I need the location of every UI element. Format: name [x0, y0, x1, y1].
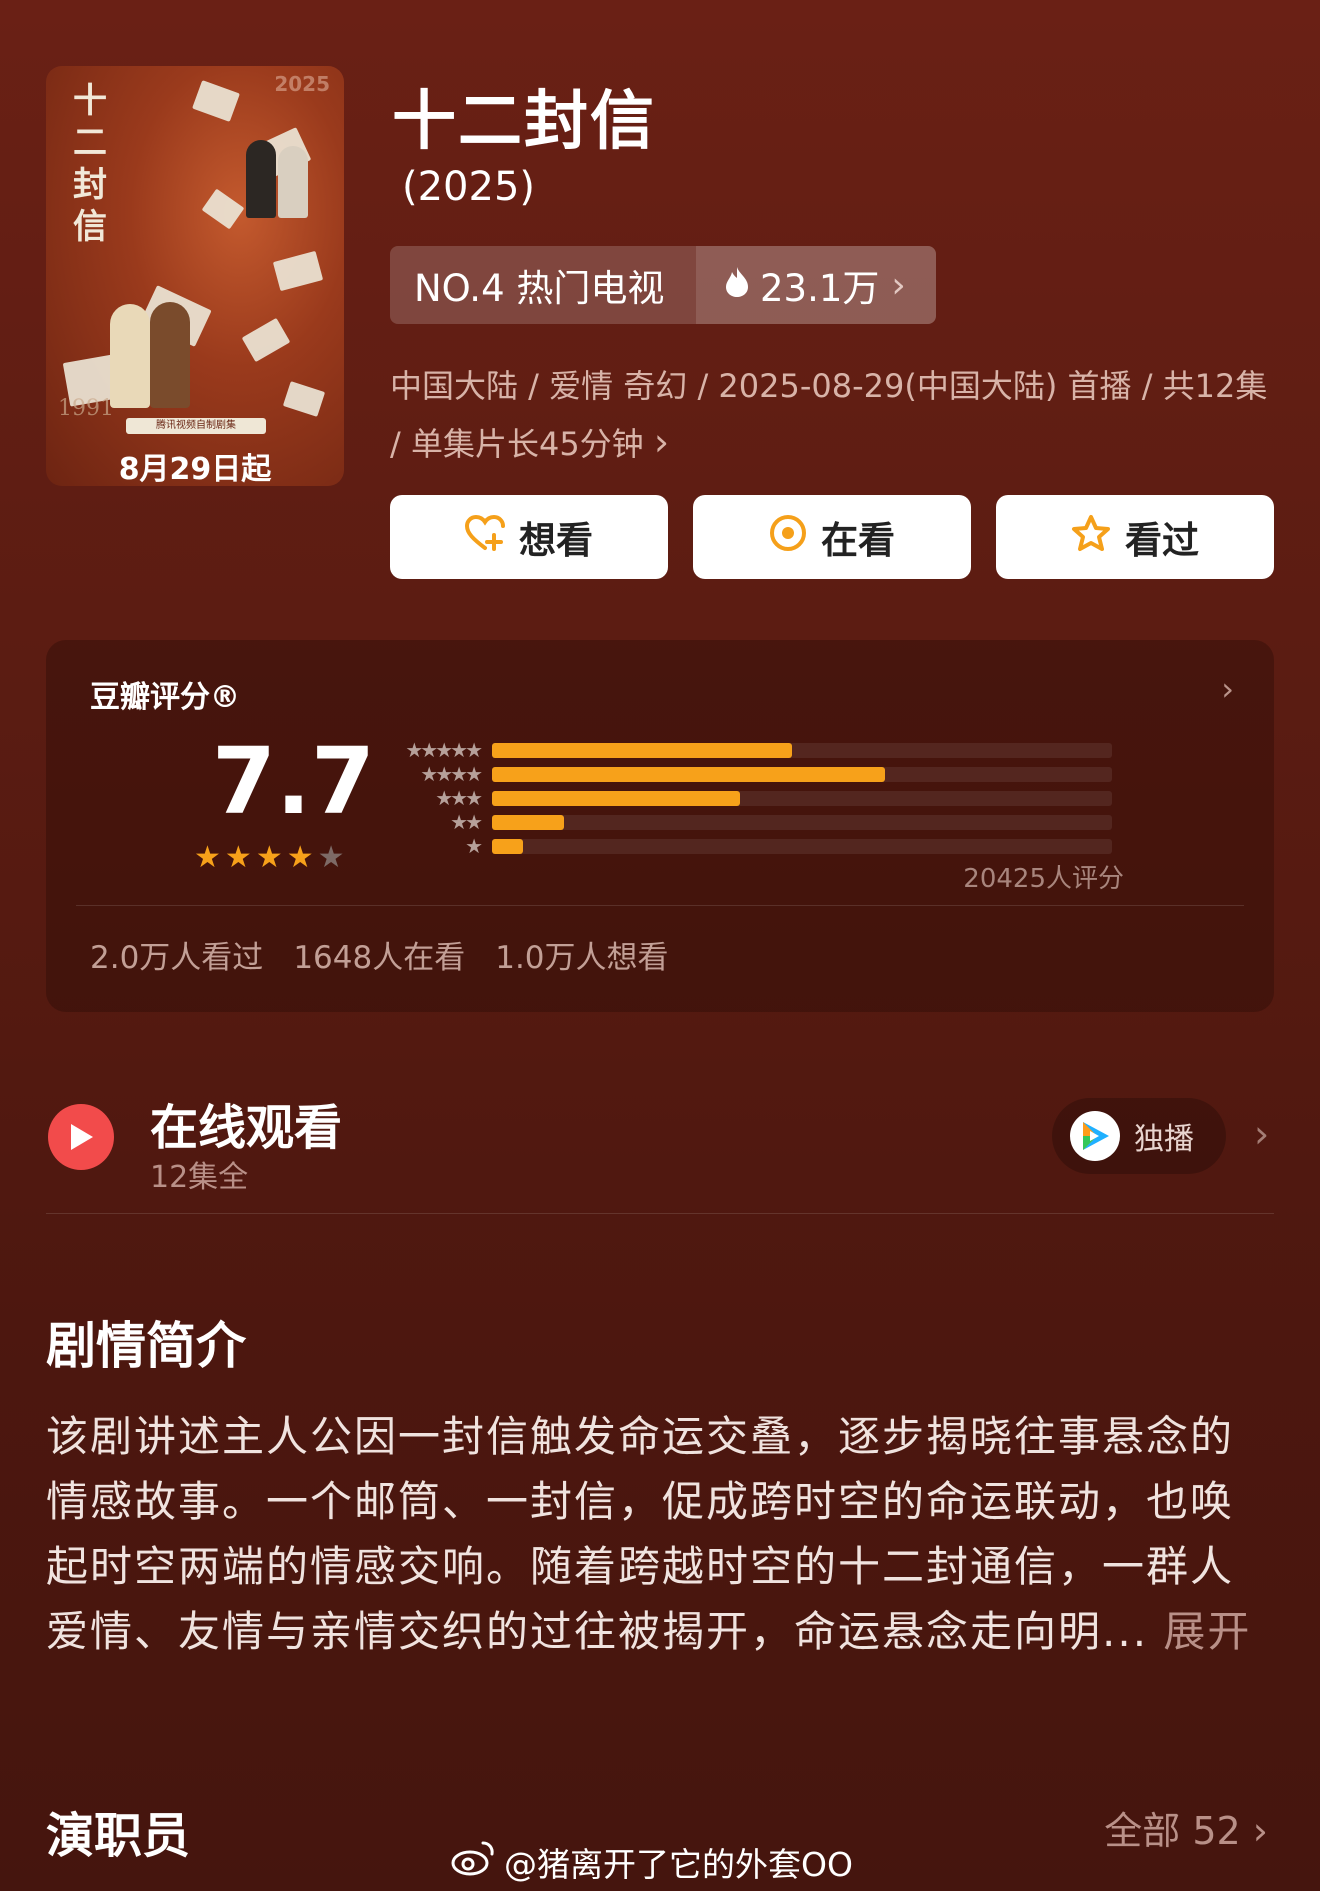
histogram-bar [492, 838, 523, 854]
histogram-bar [492, 766, 885, 782]
poster-paper-decor [272, 250, 324, 292]
stat-watched: 2.0万人看过 [90, 940, 264, 976]
histogram-row: ★ [384, 834, 1112, 858]
star-filled-icon: ★ [224, 840, 252, 875]
show-meta[interactable]: 中国大陆 / 爱情 奇幻 / 2025-08-29(中国大陆) 首播 / 共12… [390, 358, 1270, 472]
histogram-star-level: ★★ [450, 810, 483, 834]
histogram-star-level: ★★★ [435, 786, 483, 810]
flame-icon [724, 264, 750, 307]
cast-all-link[interactable]: 全部 52 › [1104, 1800, 1268, 1855]
star-icon [1071, 514, 1111, 561]
exclusive-platform-badge[interactable]: 独播 [1052, 1098, 1226, 1174]
rank-badge[interactable]: NO.4 热门电视 23.1万 › [390, 246, 936, 324]
tencent-video-icon [1070, 1111, 1120, 1161]
page-title: 十二封信 [392, 85, 656, 159]
meta-text: 中国大陆 / 爱情 奇幻 / 2025-08-29(中国大陆) 首播 / 共12… [390, 367, 1268, 463]
poster-figure [150, 302, 190, 408]
chevron-right-icon[interactable]: › [1254, 1112, 1269, 1156]
histogram-star-level: ★★★★ [420, 762, 483, 786]
histogram-bar [492, 742, 792, 758]
histogram-row: ★★ [384, 810, 1112, 834]
poster-tag: 腾讯视频自制剧集 [126, 418, 266, 434]
histogram-row: ★★★★★ [384, 738, 1112, 762]
stat-want: 1.0万人想看 [495, 940, 669, 976]
histogram-track [492, 814, 1112, 830]
star-filled-icon: ★ [194, 840, 221, 875]
divider [76, 905, 1244, 906]
histogram-star-level: ★ [465, 834, 483, 858]
heart-plus-icon [464, 514, 505, 560]
poster-figure [278, 146, 308, 218]
histogram-track [492, 742, 1112, 758]
rating-score: 7.7 [212, 728, 375, 835]
histogram-track [492, 838, 1112, 854]
play-icon[interactable] [48, 1104, 114, 1170]
synopsis-body: 该剧讲述主人公因一封信触发命运交叠，逐步揭晓往事悬念的情感故事。一个邮筒、一封信… [46, 1412, 1235, 1656]
poster-paper-decor [282, 381, 326, 417]
rating-card[interactable]: 豆瓣评分® › 7.7 ★ ★ ★ ★ ★ ★★★★★ ★★★★ ★★★ ★★ ★ 20425人… [46, 640, 1274, 1012]
watching-label: 在看 [821, 519, 895, 562]
chevron-right-icon: › [891, 264, 906, 306]
watched-button[interactable]: 看过 [996, 495, 1274, 579]
histogram-bar [492, 790, 740, 806]
chevron-right-icon: › [653, 420, 670, 464]
rank-label: NO.4 热门电视 [414, 267, 665, 310]
poster-image[interactable]: 十二封信 2025 1991 腾讯视频自制剧集 8月29日起 [46, 66, 344, 486]
want-button[interactable]: 想看 [390, 495, 668, 579]
star-empty-icon: ★ [317, 840, 345, 875]
watermark-text: @猪离开了它的外套OO [504, 1845, 853, 1884]
stat-watching: 1648人在看 [293, 940, 466, 976]
online-watch-subtitle: 12集全 [150, 1160, 249, 1195]
histogram-track [492, 766, 1112, 782]
watching-button[interactable]: 在看 [693, 495, 971, 579]
heat-section[interactable]: 23.1万 › [696, 246, 936, 324]
histogram-track [492, 790, 1112, 806]
poster-paper-decor [201, 188, 245, 230]
divider [46, 1213, 1274, 1214]
star-filled-icon: ★ [255, 840, 283, 875]
poster-paper-decor [192, 80, 240, 122]
exclusive-label: 独播 [1134, 1122, 1194, 1157]
rating-count: 20425人评分 [963, 864, 1124, 894]
release-year: (2025) [402, 164, 536, 210]
watermark: @猪离开了它的外套OO [450, 1838, 853, 1886]
rating-label: 豆瓣评分® [90, 680, 240, 715]
poster-title: 十二封信 [73, 81, 107, 247]
poster-stamp-year: 2025 [274, 72, 330, 96]
chevron-right-icon: › [1252, 1809, 1268, 1853]
expand-link[interactable]: 展开 [1163, 1607, 1251, 1656]
histogram-row: ★★★★ [384, 762, 1112, 786]
cast-all-label: 全部 52 [1104, 1809, 1241, 1853]
rating-histogram: ★★★★★ ★★★★ ★★★ ★★ ★ [384, 738, 1112, 858]
poster-figure [110, 304, 150, 408]
want-label: 想看 [519, 519, 593, 562]
heat-label: 23.1万 [760, 267, 880, 310]
target-icon [769, 514, 807, 561]
poster-paper-decor [241, 317, 291, 363]
histogram-bar [492, 814, 564, 830]
synopsis-text: 该剧讲述主人公因一封信触发命运交叠，逐步揭晓往事悬念的情感故事。一个邮筒、一封信… [46, 1404, 1276, 1664]
poster-figure [246, 140, 276, 218]
score-stars: ★ ★ ★ ★ ★ [194, 840, 345, 875]
star-filled-icon: ★ [286, 840, 314, 875]
histogram-row: ★★★ [384, 786, 1112, 810]
synopsis-heading: 剧情简介 [46, 1317, 246, 1375]
cast-heading: 演职员 [46, 1808, 191, 1864]
histogram-star-level: ★★★★★ [405, 738, 483, 762]
online-watch-title[interactable]: 在线观看 [150, 1088, 342, 1158]
rating-stats: 2.0万人看过 1648人在看 1.0万人想看 [90, 932, 669, 977]
poster-date: 8月29日起 [118, 452, 272, 486]
watched-label: 看过 [1125, 519, 1199, 562]
weibo-icon [450, 1839, 496, 1885]
poster-year-mark: 1991 [58, 396, 114, 421]
chevron-right-icon[interactable]: › [1221, 670, 1234, 708]
